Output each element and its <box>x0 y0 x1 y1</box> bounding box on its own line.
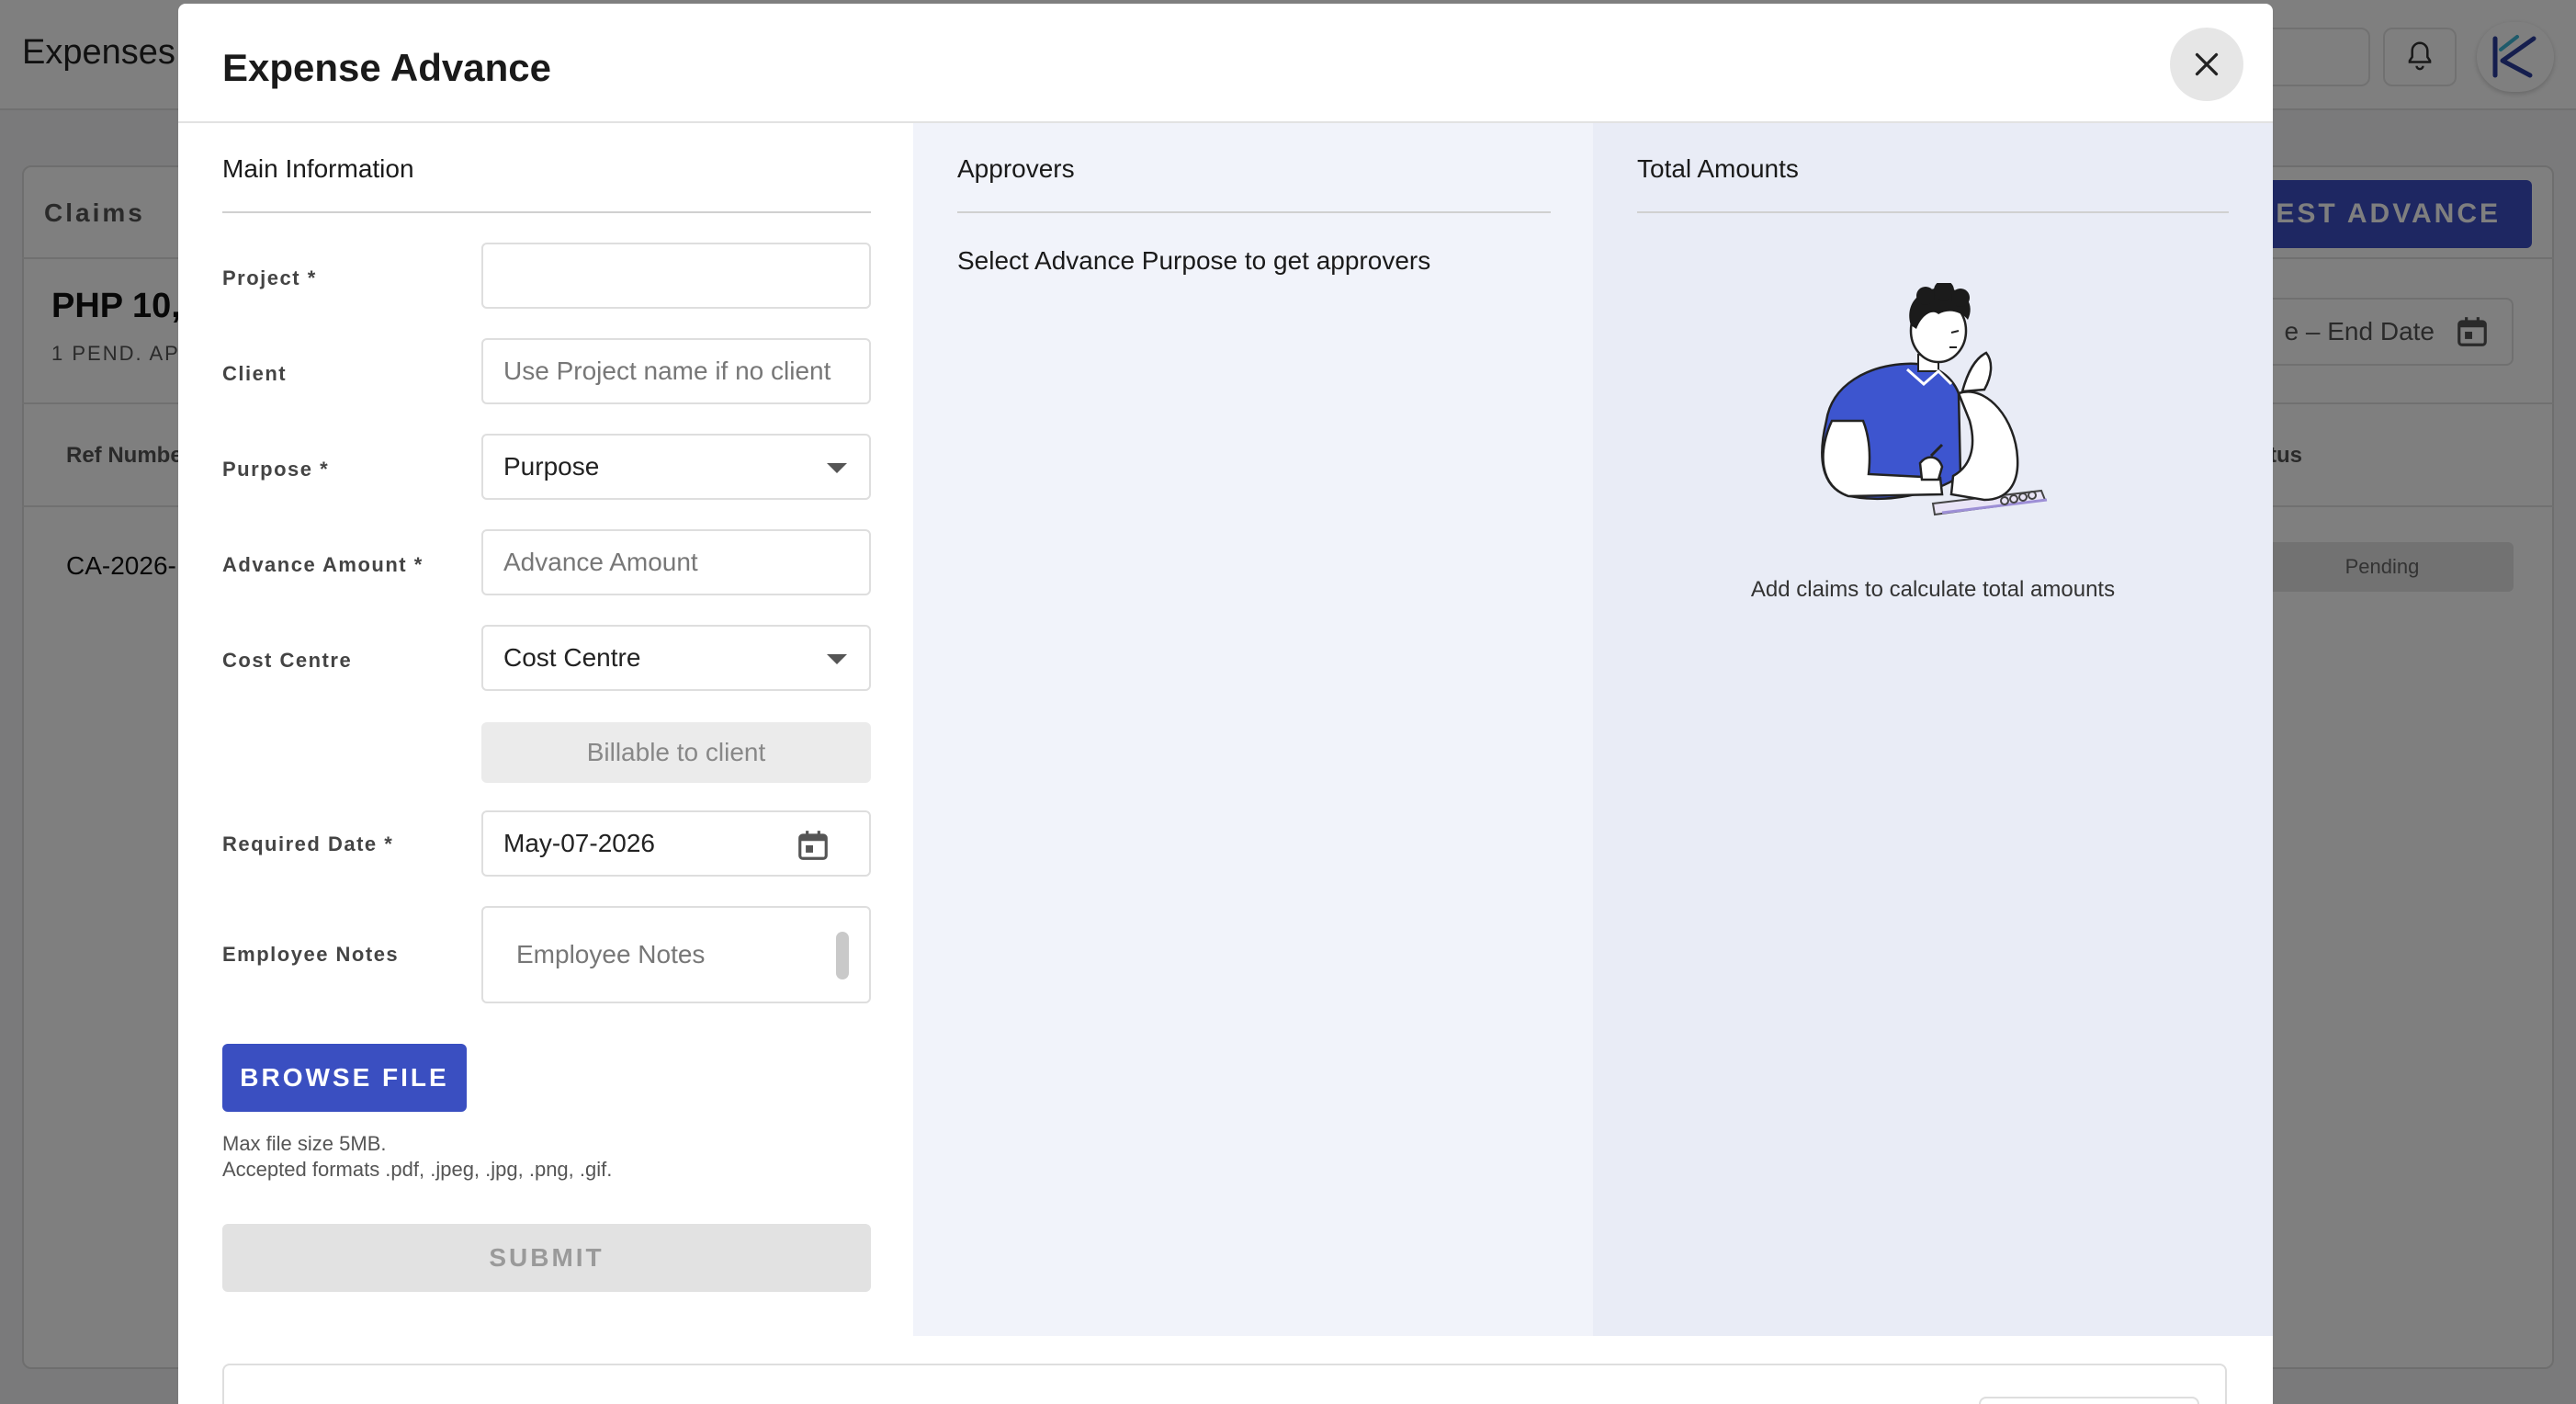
main-information-title: Main Information <box>222 154 414 183</box>
approvers-hint: Select Advance Purpose to get approvers <box>957 246 1431 275</box>
submit-button[interactable]: SUBMIT <box>222 1224 871 1292</box>
project-label: Project * <box>222 266 317 289</box>
thinking-person-illustration <box>1821 283 2048 516</box>
file-format-note: Accepted formats .pdf, .jpeg, .jpg, .png… <box>222 1158 613 1181</box>
calendar-icon[interactable] <box>796 827 830 864</box>
approvers-title: Approvers <box>957 154 1075 183</box>
close-button[interactable] <box>2170 28 2243 101</box>
browse-file-button[interactable]: BROWSE FILE <box>222 1044 467 1112</box>
purpose-label: Purpose * <box>222 458 330 481</box>
advance-amount-label: Advance Amount * <box>222 553 424 576</box>
close-icon <box>2195 52 2219 76</box>
divider <box>957 211 1551 213</box>
chevron-down-icon <box>827 463 847 473</box>
approvers-panel <box>913 123 1593 1336</box>
employee-notes-label: Employee Notes <box>222 943 400 966</box>
client-field[interactable]: Use Project name if no client <box>481 338 871 404</box>
project-field[interactable] <box>481 243 871 309</box>
chevron-down-icon <box>827 654 847 664</box>
billable-to-client-button[interactable]: Billable to client <box>481 722 871 783</box>
cost-centre-select[interactable]: Cost Centre <box>481 625 871 691</box>
required-date-label: Required Date * <box>222 832 394 855</box>
advance-amount-field[interactable]: Advance Amount <box>481 529 871 595</box>
total-amounts-title: Total Amounts <box>1637 154 1799 183</box>
expense-advance-dialog: Expense Advance Main Information Project… <box>178 4 2273 1404</box>
panel-control[interactable] <box>1979 1397 2199 1404</box>
divider <box>1637 211 2229 213</box>
client-label: Client <box>222 362 288 385</box>
cost-centre-label: Cost Centre <box>222 649 353 672</box>
claims-table-panel <box>222 1364 2227 1404</box>
purpose-select[interactable]: Purpose <box>481 434 871 500</box>
file-size-note: Max file size 5MB. <box>222 1132 387 1155</box>
total-amounts-empty-text: Add claims to calculate total amounts <box>1750 577 2116 602</box>
dialog-title: Expense Advance <box>222 46 551 89</box>
required-date-field[interactable]: May-07-2026 <box>481 810 871 877</box>
scrollbar[interactable] <box>836 932 849 979</box>
divider <box>222 211 871 213</box>
employee-notes-field[interactable]: Employee Notes <box>481 906 871 1003</box>
